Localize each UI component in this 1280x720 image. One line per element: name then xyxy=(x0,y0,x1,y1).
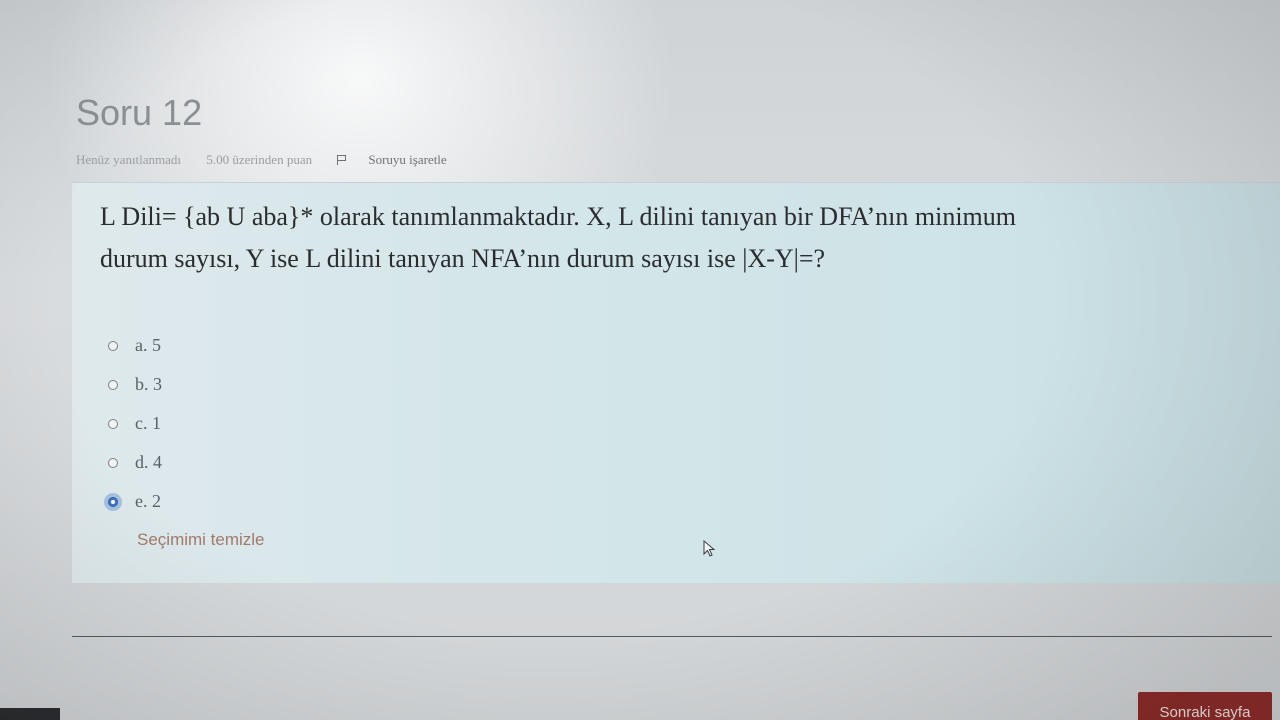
question-text: L Dili= {ab U aba}* olarak tanımlanmakta… xyxy=(100,196,1230,280)
mouse-cursor-icon xyxy=(703,540,716,557)
page-divider xyxy=(72,636,1272,637)
radio-button-c[interactable] xyxy=(108,418,118,429)
radio-button-b[interactable] xyxy=(108,379,118,390)
question-text-line-2: durum sayısı, Y ise L dilini tanıyan NFA… xyxy=(100,244,826,273)
flag-icon xyxy=(337,155,347,165)
answer-option-b[interactable]: b. 3 xyxy=(108,365,162,404)
question-points: 5.00 üzerinden puan xyxy=(206,152,313,167)
next-page-button[interactable]: Sonraki sayfa xyxy=(1138,692,1272,720)
answer-label-b: b. 3 xyxy=(135,374,162,394)
radio-button-e[interactable] xyxy=(108,496,118,507)
clear-selection-link[interactable]: Seçimimi temizle xyxy=(137,530,265,550)
question-title: Soru 12 xyxy=(76,92,203,133)
answer-option-c[interactable]: c. 1 xyxy=(108,404,162,443)
taskbar-corner xyxy=(0,708,60,720)
radio-button-d[interactable] xyxy=(108,457,118,468)
answer-option-d[interactable]: d. 4 xyxy=(108,443,162,482)
answer-option-a[interactable]: a. 5 xyxy=(108,326,162,365)
question-text-line-1: L Dili= {ab U aba}* olarak tanımlanmakta… xyxy=(100,202,1016,231)
answer-label-a: a. 5 xyxy=(135,335,161,355)
question-meta: Henüz yanıtlanmadı 5.00 üzerinden puan S… xyxy=(76,152,491,168)
answer-label-d: d. 4 xyxy=(135,452,162,472)
answer-label-e: e. 2 xyxy=(135,491,161,511)
question-status: Henüz yanıtlanmadı xyxy=(76,152,182,167)
answer-option-e[interactable]: e. 2 xyxy=(108,482,162,521)
answer-list: a. 5 b. 3 c. 1 d. 4 e. 2 xyxy=(108,326,162,521)
flag-question-label: Soruyu işaretle xyxy=(368,152,447,167)
radio-button-a[interactable] xyxy=(108,340,118,351)
answer-label-c: c. 1 xyxy=(135,413,161,433)
flag-question-link[interactable]: Soruyu işaretle xyxy=(337,152,468,167)
